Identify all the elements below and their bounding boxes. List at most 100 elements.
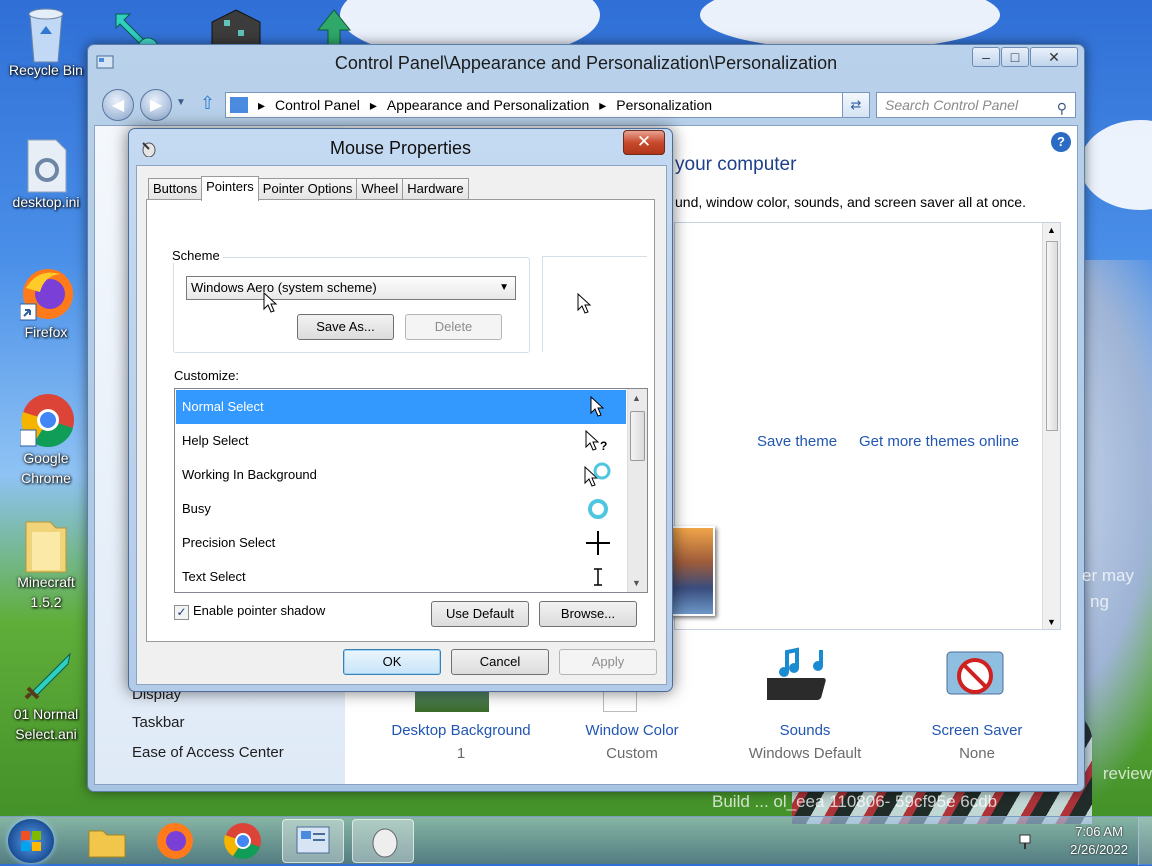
close-icon: ✕ [636,132,652,151]
dialog-title: Mouse Properties [329,138,472,158]
taskbar: 7:06 AM 2/26/2022 [0,816,1152,865]
watermark-build: Build ... ol_eea 110806- 59cf95e 6cdb [712,792,998,811]
list-item[interactable]: Precision Select [176,526,626,560]
scroll-down-icon[interactable]: ▼ [1047,617,1056,627]
desktop-background-item[interactable]: Desktop Background 1 [376,722,546,762]
breadcrumb-appearance[interactable]: Appearance and Personalization [387,97,589,113]
tab-hardware[interactable]: Hardware [402,178,469,200]
chrome-icon [19,392,74,448]
link-ease-of-access[interactable]: Ease of Access Center [132,744,284,761]
desktop-icon-cursor-file[interactable]: 01 Normal Select.ani [4,648,88,744]
enable-shadow-label[interactable]: Enable pointer shadow [193,603,325,618]
desktop-icon-chrome[interactable]: Google Chrome [4,392,88,488]
diamond-sword-icon [20,648,72,700]
recent-pages-chevron-icon[interactable]: ▼ [176,97,186,108]
maximize-button[interactable]: □ [1001,47,1029,67]
list-item[interactable]: Help Select ? [176,424,626,458]
cursor-list[interactable]: Normal Select Help Select ? Working In B… [174,388,648,593]
breadcrumb-sep-icon: ▸ [369,96,377,113]
link-taskbar[interactable]: Taskbar [132,714,185,731]
breadcrumb-personalization[interactable]: Personalization [616,97,712,113]
start-button[interactable] [8,819,54,863]
desktop-icon-desktop-ini[interactable]: desktop.ini [4,136,88,212]
clock[interactable]: 7:06 AM 2/26/2022 [1070,823,1128,859]
save-as-button[interactable]: Save As... [297,314,394,340]
mouse-properties-dialog[interactable]: Mouse Properties ✕ Buttons Pointers Poin… [128,128,673,692]
dialog-body: Buttons Pointers Pointer Options Wheel H… [136,165,667,685]
enable-shadow-checkbox[interactable]: ✓ [174,605,189,620]
firefox-icon [19,266,73,321]
chevron-down-icon: ▼ [499,282,509,293]
theme-scrollbar[interactable]: ▲ ▼ [1042,223,1060,629]
chrome-icon [224,823,261,860]
taskbar-control-panel[interactable] [282,819,344,863]
scrollbar-thumb[interactable] [630,411,645,461]
desktop-icon-minecraft-folder[interactable]: Minecraft 1.5.2 [4,516,88,612]
delete-button[interactable]: Delete [405,314,502,340]
sounds-icon[interactable] [759,646,841,712]
theme-list[interactable]: ▲ ▼ Save theme Get more themes online [674,222,1061,630]
apply-button[interactable]: Apply [559,649,657,675]
help-icon[interactable]: ? [1051,132,1071,152]
help-cursor-icon: ? [584,424,612,458]
arrow-cursor-icon [577,293,592,314]
checkmark-icon: ✓ [176,605,187,619]
pointers-tab-panel: Scheme Windows Aero (system scheme) ▼ Sa… [146,199,655,642]
sounds-item[interactable]: Sounds Windows Default [720,722,890,762]
scroll-up-icon[interactable]: ▲ [1047,225,1056,235]
desktop-icon-recycle-bin[interactable]: Recycle Bin [4,4,88,80]
tab-buttons[interactable]: Buttons [148,178,203,200]
tab-pointer-options[interactable]: Pointer Options [257,178,358,200]
taskbar-explorer[interactable] [76,819,138,863]
tab-pointers[interactable]: Pointers [201,176,259,201]
list-item[interactable]: Working In Background [176,458,626,492]
taskbar-mouse-properties[interactable] [352,819,414,863]
close-button[interactable]: ✕ [1030,47,1078,67]
watermark-line: er may [1082,566,1134,585]
tab-wheel[interactable]: Wheel [356,178,404,200]
watermark-line: ng [1090,592,1109,611]
get-more-themes-link[interactable]: Get more themes online [859,433,1019,450]
list-item[interactable]: Normal Select [176,390,626,424]
refresh-icon: ⇄ [850,97,862,112]
use-default-button[interactable]: Use Default [431,601,529,627]
ok-button[interactable]: OK [343,649,441,675]
text-cursor-icon [584,560,612,592]
forward-button[interactable]: ▶ [140,89,172,121]
screen-saver-item[interactable]: Screen Saver None [892,722,1062,762]
scroll-down-icon[interactable]: ▼ [632,578,641,588]
search-input[interactable]: Search Control Panel ⚲ [876,92,1076,118]
control-panel-icon [96,53,114,71]
dialog-close-button[interactable]: ✕ [623,130,665,155]
network-icon[interactable] [1018,831,1038,854]
cancel-button[interactable]: Cancel [451,649,549,675]
breadcrumb-control-panel[interactable]: Control Panel [275,97,360,113]
scrollbar-thumb[interactable] [1046,241,1058,431]
search-icon[interactable]: ⚲ [1057,96,1067,120]
firefox-icon [157,823,193,859]
list-item[interactable]: Text Select [176,560,626,592]
save-theme-link[interactable]: Save theme [757,433,837,450]
window-color-item[interactable]: Window Color Custom [547,722,717,762]
screen-saver-icon[interactable] [941,646,1015,712]
cursor-list-scrollbar[interactable]: ▲ ▼ [627,389,647,592]
arrow-cursor-icon [584,390,612,424]
list-item[interactable]: Busy [176,492,626,526]
clock-time: 7:06 AM [1075,824,1123,839]
address-bar[interactable]: ▸ Control Panel ▸ Appearance and Persona… [225,92,858,118]
back-arrow-icon: ◀ [111,97,125,114]
taskbar-chrome[interactable] [212,819,274,863]
back-button[interactable]: ◀ [102,89,134,121]
refresh-button[interactable]: ⇄ [842,92,870,118]
settings-file-icon [20,136,72,193]
scheme-select[interactable]: Windows Aero (system scheme) ▼ [186,276,516,300]
taskbar-firefox[interactable] [144,819,206,863]
minimize-button[interactable]: – [972,47,1000,67]
scroll-up-icon[interactable]: ▲ [632,393,641,403]
browse-button[interactable]: Browse... [539,601,637,627]
show-desktop-button[interactable] [1138,817,1152,865]
tab-strip: Buttons Pointers Pointer Options Wheel H… [148,176,469,201]
desktop-icon-firefox[interactable]: Firefox [4,266,88,342]
windows-logo-icon [21,831,41,851]
up-arrow-icon[interactable]: ⇧ [200,93,215,114]
